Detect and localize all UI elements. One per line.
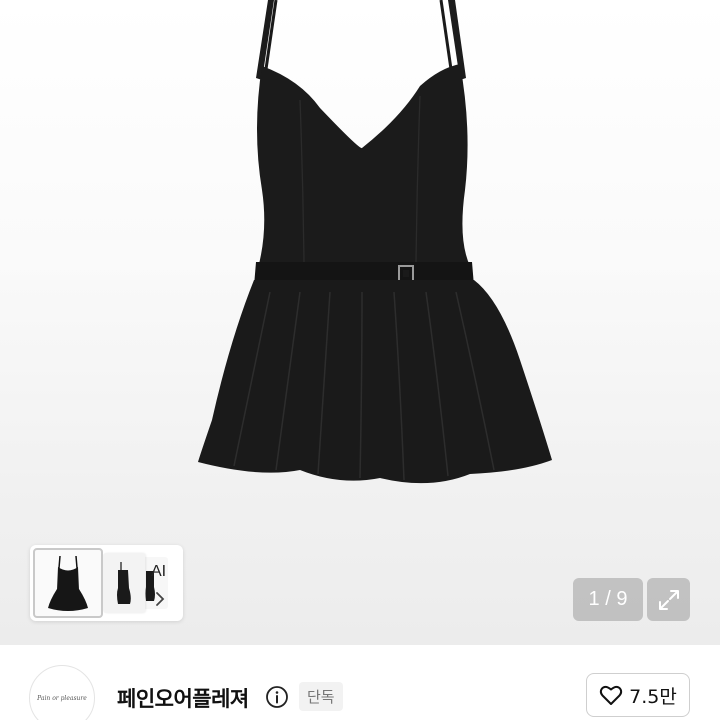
thumbnail-current[interactable] [33,548,103,618]
shop-logo-text: Pain or pleasure [37,694,87,702]
thumbnail-second[interactable] [103,553,145,613]
info-icon[interactable] [265,685,289,709]
chevron-right-icon[interactable] [155,591,165,607]
ai-label: AI [151,563,167,580]
ai-thumbnail-strip[interactable]: AI [30,545,183,621]
expand-button[interactable] [647,578,690,621]
like-button[interactable]: 7.5만 [586,673,690,717]
product-image-viewer[interactable]: AI 1 / 9 [0,0,720,645]
thumbnail-dress-image [48,555,88,611]
image-page-indicator: 1 / 9 [573,578,643,621]
shop-name[interactable]: 페인오어플레져 [117,683,249,713]
expand-arrows-icon [658,589,679,610]
exclusive-badge: 단독 [299,682,343,711]
thumbnail-dress-side-image [117,562,131,604]
heart-icon [600,685,623,705]
like-count: 7.5만 [629,685,677,708]
